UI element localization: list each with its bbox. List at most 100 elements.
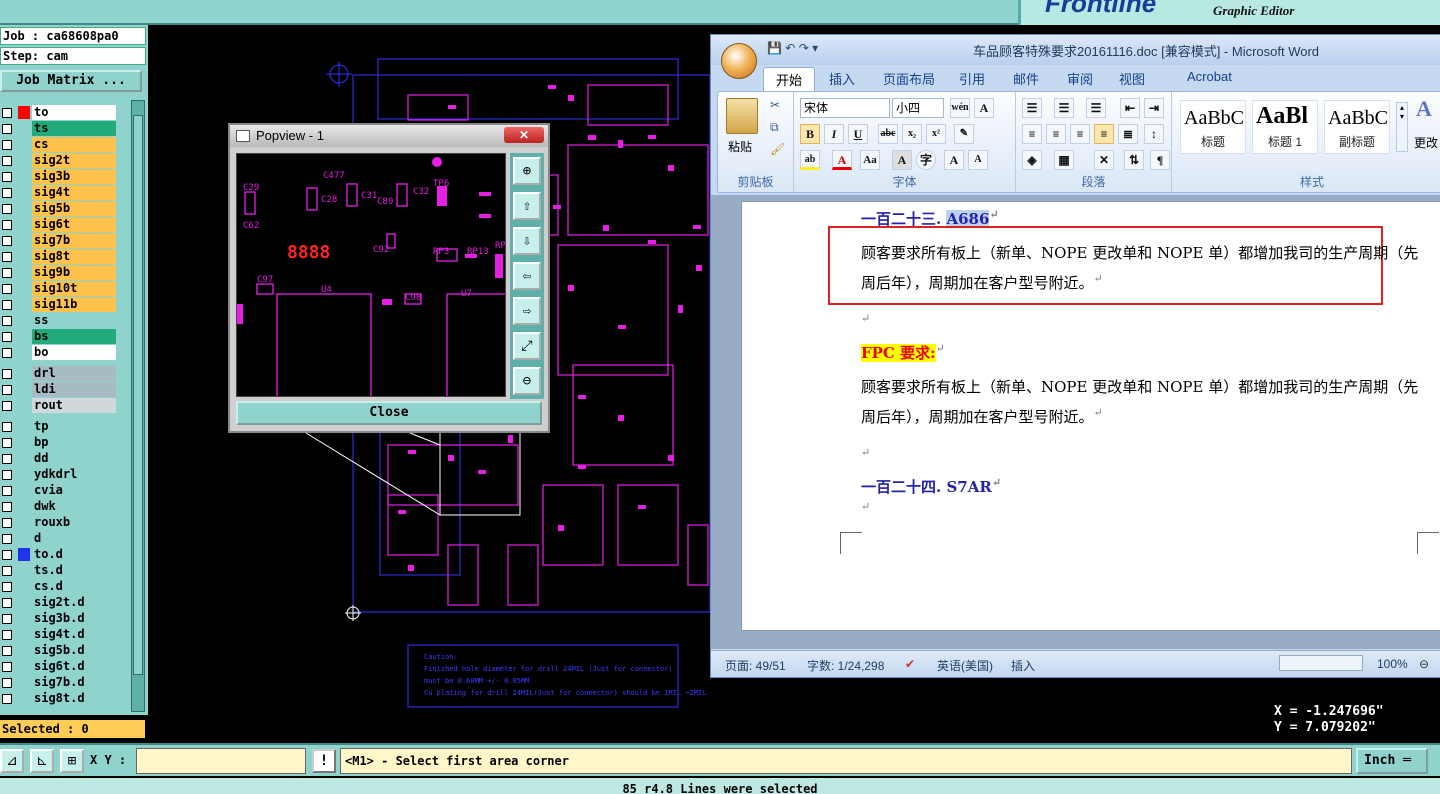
- change-styles-icon[interactable]: A: [1416, 96, 1432, 122]
- layer-checkbox[interactable]: [2, 401, 12, 411]
- layer-checkbox[interactable]: [2, 438, 12, 448]
- layer-row[interactable]: sig5b.d: [0, 643, 118, 659]
- layer-affected-marker[interactable]: [18, 383, 30, 396]
- layer-checkbox[interactable]: [2, 332, 12, 342]
- layer-checkbox[interactable]: [2, 188, 12, 198]
- layer-checkbox[interactable]: [2, 630, 12, 640]
- layer-name[interactable]: sig2t: [32, 153, 116, 168]
- popview-close-button[interactable]: Close: [236, 401, 542, 425]
- style-subtitle[interactable]: AaBbC 副标题: [1324, 100, 1390, 154]
- layer-checkbox[interactable]: [2, 204, 12, 214]
- layer-checkbox[interactable]: [2, 316, 12, 326]
- layer-checkbox[interactable]: [2, 470, 12, 480]
- style-heading1[interactable]: AaBl 标题 1: [1252, 100, 1318, 154]
- layer-name[interactable]: cs: [32, 137, 116, 152]
- tab-2[interactable]: 页面布局: [883, 69, 935, 88]
- layer-affected-marker[interactable]: [18, 580, 30, 593]
- zoom-level[interactable]: 100%: [1377, 657, 1408, 671]
- layer-checkbox[interactable]: [2, 140, 12, 150]
- layer-checkbox[interactable]: [2, 550, 12, 560]
- tab-5[interactable]: 审阅: [1067, 69, 1093, 88]
- layer-affected-marker[interactable]: [18, 468, 30, 481]
- layer-affected-marker[interactable]: [18, 548, 30, 561]
- layer-row[interactable]: sig3b.d: [0, 611, 118, 627]
- area-select-icon[interactable]: ⊿: [0, 749, 24, 773]
- clear-format-icon[interactable]: ✎: [954, 124, 974, 144]
- layer-checkbox[interactable]: [2, 124, 12, 134]
- office-button[interactable]: [721, 43, 757, 79]
- layer-affected-marker[interactable]: [18, 676, 30, 689]
- language[interactable]: 英语(美国): [937, 657, 993, 674]
- layer-name[interactable]: sig3b: [32, 169, 116, 184]
- xy-input[interactable]: [136, 748, 306, 774]
- view-buttons[interactable]: [1279, 655, 1363, 671]
- align-left-icon[interactable]: ≡: [1022, 124, 1042, 144]
- exclamation-button[interactable]: !: [312, 749, 336, 773]
- layer-affected-marker[interactable]: [18, 106, 30, 119]
- copy-icon[interactable]: ⧉: [770, 120, 779, 135]
- fit-icon[interactable]: ⤢: [513, 332, 541, 360]
- layer-row[interactable]: ts: [0, 121, 118, 137]
- layer-checkbox[interactable]: [2, 614, 12, 624]
- layer-name[interactable]: cvia: [32, 483, 116, 498]
- layer-affected-marker[interactable]: [18, 644, 30, 657]
- pan-left-icon[interactable]: ⇦: [513, 262, 541, 290]
- layer-checkbox[interactable]: [2, 534, 12, 544]
- insert-mode[interactable]: 插入: [1011, 657, 1035, 674]
- layer-checkbox[interactable]: [2, 694, 12, 704]
- grid-icon[interactable]: ⊞: [60, 749, 84, 773]
- strikethrough-icon[interactable]: abc: [878, 124, 898, 144]
- layer-name[interactable]: ydkdrl: [32, 467, 116, 482]
- pan-right-icon[interactable]: ⇨: [513, 297, 541, 325]
- word-titlebar[interactable]: 💾 ↶ ↷ ▾ 车品顾客特殊要求20161116.doc [兼容模式] - Mi…: [711, 35, 1440, 65]
- styles-scroll[interactable]: ▴ ▾: [1396, 102, 1408, 152]
- layer-affected-marker[interactable]: [18, 399, 30, 412]
- measure-icon[interactable]: ⊾: [30, 749, 54, 773]
- layer-name[interactable]: sig6t.d: [32, 659, 116, 674]
- proofing-icon[interactable]: ✔: [905, 657, 915, 671]
- layer-row[interactable]: sig6t: [0, 217, 118, 233]
- line-spacing-icon[interactable]: ↕: [1144, 124, 1164, 144]
- layer-name[interactable]: bs: [32, 329, 116, 344]
- layer-row[interactable]: sig2t: [0, 153, 118, 169]
- layer-affected-marker[interactable]: [18, 436, 30, 449]
- job-matrix-button[interactable]: Job Matrix ...: [0, 70, 142, 92]
- layer-affected-marker[interactable]: [18, 628, 30, 641]
- layer-checkbox[interactable]: [2, 385, 12, 395]
- subscript-icon[interactable]: x₂: [902, 124, 922, 144]
- font-name-combo[interactable]: 宋体: [800, 98, 890, 118]
- phonetic-guide-icon[interactable]: wén: [950, 98, 970, 118]
- layer-name[interactable]: d: [32, 531, 116, 546]
- tab-4[interactable]: 邮件: [1013, 69, 1039, 88]
- italic-icon[interactable]: I: [824, 124, 844, 144]
- decrease-indent-icon[interactable]: ⇤: [1120, 98, 1140, 118]
- layer-row[interactable]: d: [0, 531, 118, 547]
- layer-row[interactable]: ss: [0, 313, 118, 329]
- underline-icon[interactable]: U: [848, 124, 868, 144]
- font-size-combo[interactable]: 小四: [892, 98, 944, 118]
- layer-row[interactable]: cvia: [0, 483, 118, 499]
- tab-7[interactable]: Acrobat: [1187, 69, 1232, 84]
- layer-checkbox[interactable]: [2, 268, 12, 278]
- pan-up-icon[interactable]: ⇧: [513, 192, 541, 220]
- layer-name[interactable]: sig10t: [32, 281, 116, 296]
- unit-selector[interactable]: Inch ═: [1356, 748, 1428, 774]
- align-right-icon[interactable]: ≡: [1070, 124, 1090, 144]
- layer-name[interactable]: ts.d: [32, 563, 116, 578]
- layer-row[interactable]: bo: [0, 345, 118, 361]
- layer-affected-marker[interactable]: [18, 500, 30, 513]
- document-page[interactable]: 一百二十三. A686 ↵ 顾客要求所有板上（新单、NOPE 更改单和 NOPE …: [741, 201, 1440, 631]
- layer-affected-marker[interactable]: [18, 564, 30, 577]
- layer-checkbox[interactable]: [2, 348, 12, 358]
- layer-row[interactable]: ydkdrl: [0, 467, 118, 483]
- format-painter-icon[interactable]: 🖌: [770, 142, 785, 156]
- paste-button[interactable]: 粘贴: [728, 138, 752, 155]
- tab-3[interactable]: 引用: [959, 69, 985, 88]
- layer-row[interactable]: sig10t: [0, 281, 118, 297]
- numbering-icon[interactable]: ☰: [1054, 98, 1074, 118]
- layer-row[interactable]: sig11b: [0, 297, 118, 313]
- layer-checkbox[interactable]: [2, 662, 12, 672]
- layer-name[interactable]: sig7b: [32, 233, 116, 248]
- layer-checkbox[interactable]: [2, 582, 12, 592]
- layer-scrollbar[interactable]: [131, 100, 145, 712]
